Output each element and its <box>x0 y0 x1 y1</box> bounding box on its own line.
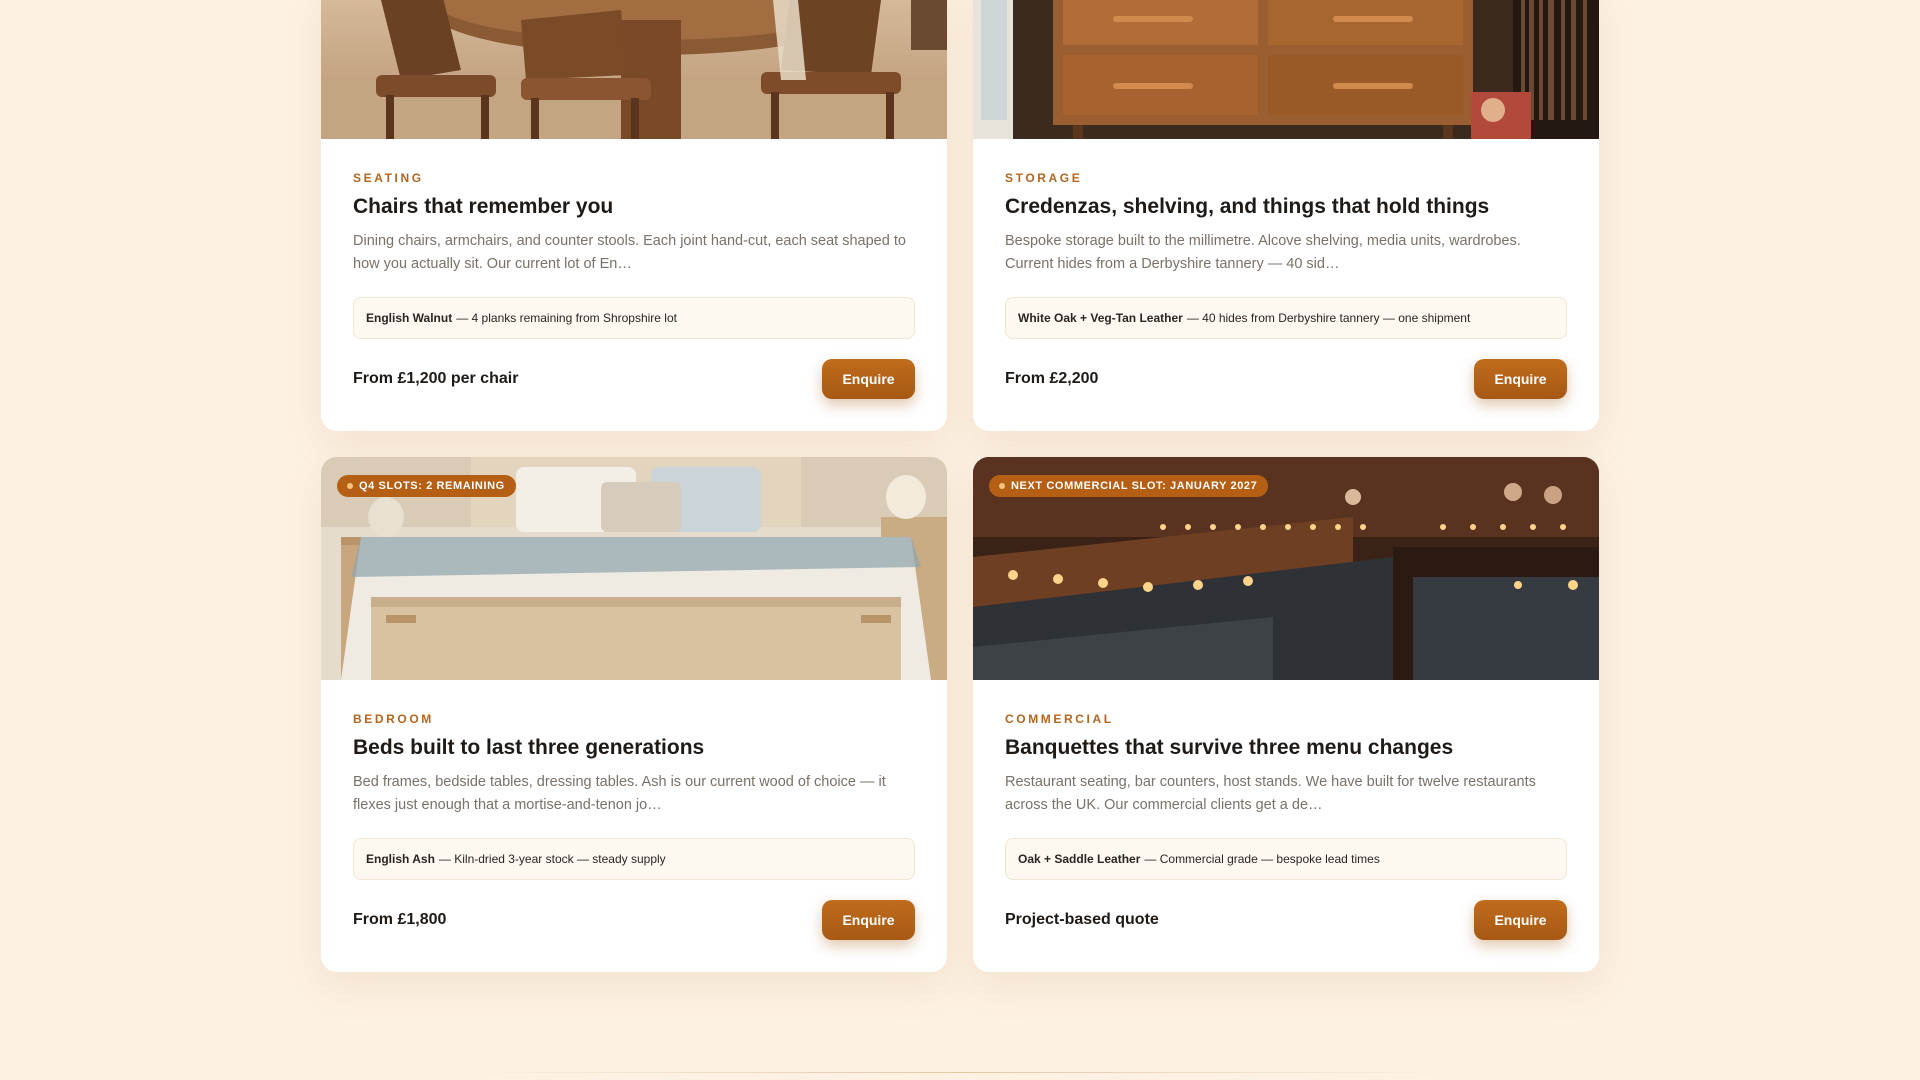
card-description: Dining chairs, armchairs, and counter st… <box>353 233 906 272</box>
stock-detail: — 40 hides from Derbyshire tannery — one… <box>1186 311 1471 325</box>
product-grid: Seating Chairs that remember you Dining … <box>321 0 1599 972</box>
card-body: Bedroom Beds built to last three generat… <box>321 680 947 972</box>
card-footer: From £1,200 per chair Enquire <box>353 359 915 399</box>
enquire-button[interactable]: Enquire <box>822 359 915 399</box>
stock-note: Oak + Saddle Leather — Commercial grade … <box>1005 838 1567 880</box>
price-label: From £1,800 <box>353 911 447 928</box>
stock-detail: — Kiln-dried 3-year stock — steady suppl… <box>438 852 666 866</box>
card-body: Seating Chairs that remember you Dining … <box>321 139 947 431</box>
card-footer: From £2,200 Enquire <box>1005 359 1567 399</box>
category-label: Storage <box>1005 171 1083 185</box>
card-description: Bed frames, bedside tables, dressing tab… <box>353 774 886 813</box>
price-label: Project-based quote <box>1005 911 1159 928</box>
category-label: Bedroom <box>353 712 434 726</box>
section-divider <box>460 1072 1460 1073</box>
price-label: From £1,200 per chair <box>353 370 519 387</box>
card-body: Commercial Banquettes that survive three… <box>973 680 1599 972</box>
badge-dot-icon <box>347 483 353 489</box>
card-title: Banquettes that survive three menu chang… <box>1005 736 1454 759</box>
card-title: Chairs that remember you <box>353 195 614 218</box>
badge-label: NEXT COMMERCIAL SLOT: JANUARY 2027 <box>1011 480 1258 492</box>
enquire-button[interactable]: Enquire <box>1474 900 1567 940</box>
enquire-button[interactable]: Enquire <box>1474 359 1567 399</box>
card-footer: From £1,800 Enquire <box>353 900 915 940</box>
stock-material: Oak + Saddle Leather <box>1018 852 1141 866</box>
product-card-commercial: NEXT COMMERCIAL SLOT: JANUARY 2027 Comme… <box>973 457 1599 972</box>
dining-room-image <box>321 0 947 139</box>
card-description: Bespoke storage built to the millimetre.… <box>1005 233 1521 272</box>
stock-note: English Ash — Kiln-dried 3-year stock — … <box>353 838 915 880</box>
stock-note: White Oak + Veg-Tan Leather — 40 hides f… <box>1005 297 1567 339</box>
badge-dot-icon <box>999 483 1005 489</box>
card-title: Credenzas, shelving, and things that hol… <box>1005 195 1490 218</box>
availability-badge: NEXT COMMERCIAL SLOT: JANUARY 2027 <box>989 475 1269 497</box>
stock-note: English Walnut — 4 planks remaining from… <box>353 297 915 339</box>
stock-material: English Ash <box>366 852 435 866</box>
availability-badge: Q4 SLOTS: 2 REMAINING <box>337 475 516 497</box>
stock-detail: — Commercial grade — bespoke lead times <box>1144 852 1380 866</box>
card-title: Beds built to last three generations <box>353 736 705 759</box>
credenza-image <box>973 0 1599 139</box>
product-card-storage: Storage Credenzas, shelving, and things … <box>973 0 1599 431</box>
stock-material: English Walnut <box>366 311 453 325</box>
enquire-button[interactable]: Enquire <box>822 900 915 940</box>
card-footer: Project-based quote Enquire <box>1005 900 1567 940</box>
stock-detail: — 4 planks remaining from Shropshire lot <box>456 311 677 325</box>
restaurant-image: NEXT COMMERCIAL SLOT: JANUARY 2027 <box>973 457 1599 680</box>
card-description: Restaurant seating, bar counters, host s… <box>1005 774 1536 813</box>
card-body: Storage Credenzas, shelving, and things … <box>973 139 1599 431</box>
stock-material: White Oak + Veg-Tan Leather <box>1018 311 1183 325</box>
badge-label: Q4 SLOTS: 2 REMAINING <box>359 480 505 492</box>
category-label: Commercial <box>1005 712 1114 726</box>
product-card-seating: Seating Chairs that remember you Dining … <box>321 0 947 431</box>
product-card-bedroom: Q4 SLOTS: 2 REMAINING Bedroom Beds built… <box>321 457 947 972</box>
category-label: Seating <box>353 171 424 185</box>
price-label: From £2,200 <box>1005 370 1099 387</box>
bedroom-image: Q4 SLOTS: 2 REMAINING <box>321 457 947 680</box>
